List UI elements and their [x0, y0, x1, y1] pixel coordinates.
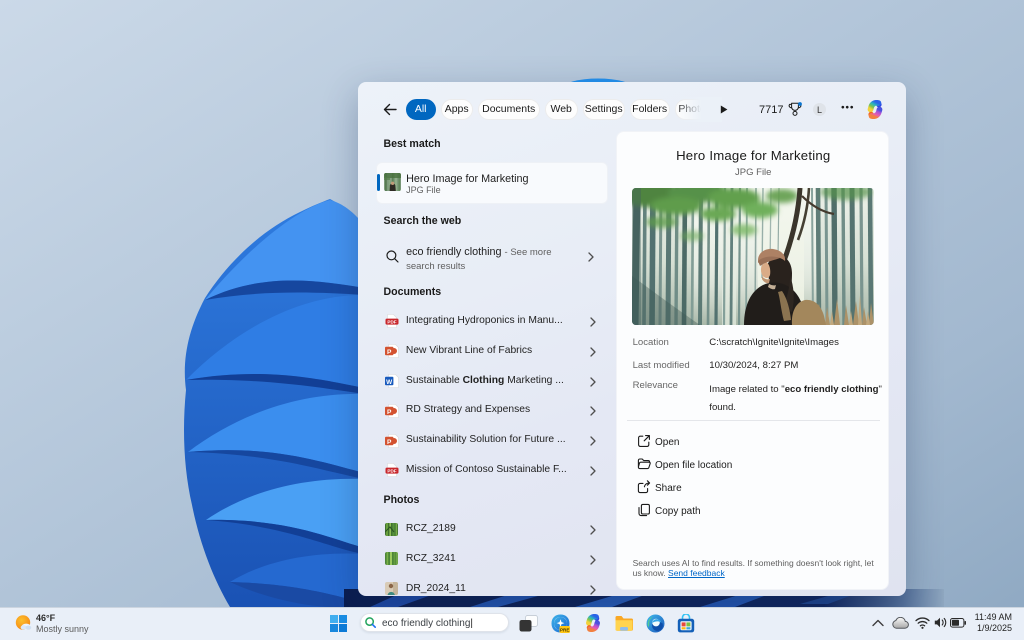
svg-text:PRE: PRE: [560, 627, 569, 632]
svg-text:P: P: [387, 409, 392, 416]
svg-text:PDF: PDF: [388, 469, 397, 474]
svg-text:PDF: PDF: [388, 320, 397, 325]
svg-text:W: W: [387, 379, 394, 386]
svg-text:P: P: [387, 349, 392, 356]
svg-text:P: P: [387, 439, 392, 446]
